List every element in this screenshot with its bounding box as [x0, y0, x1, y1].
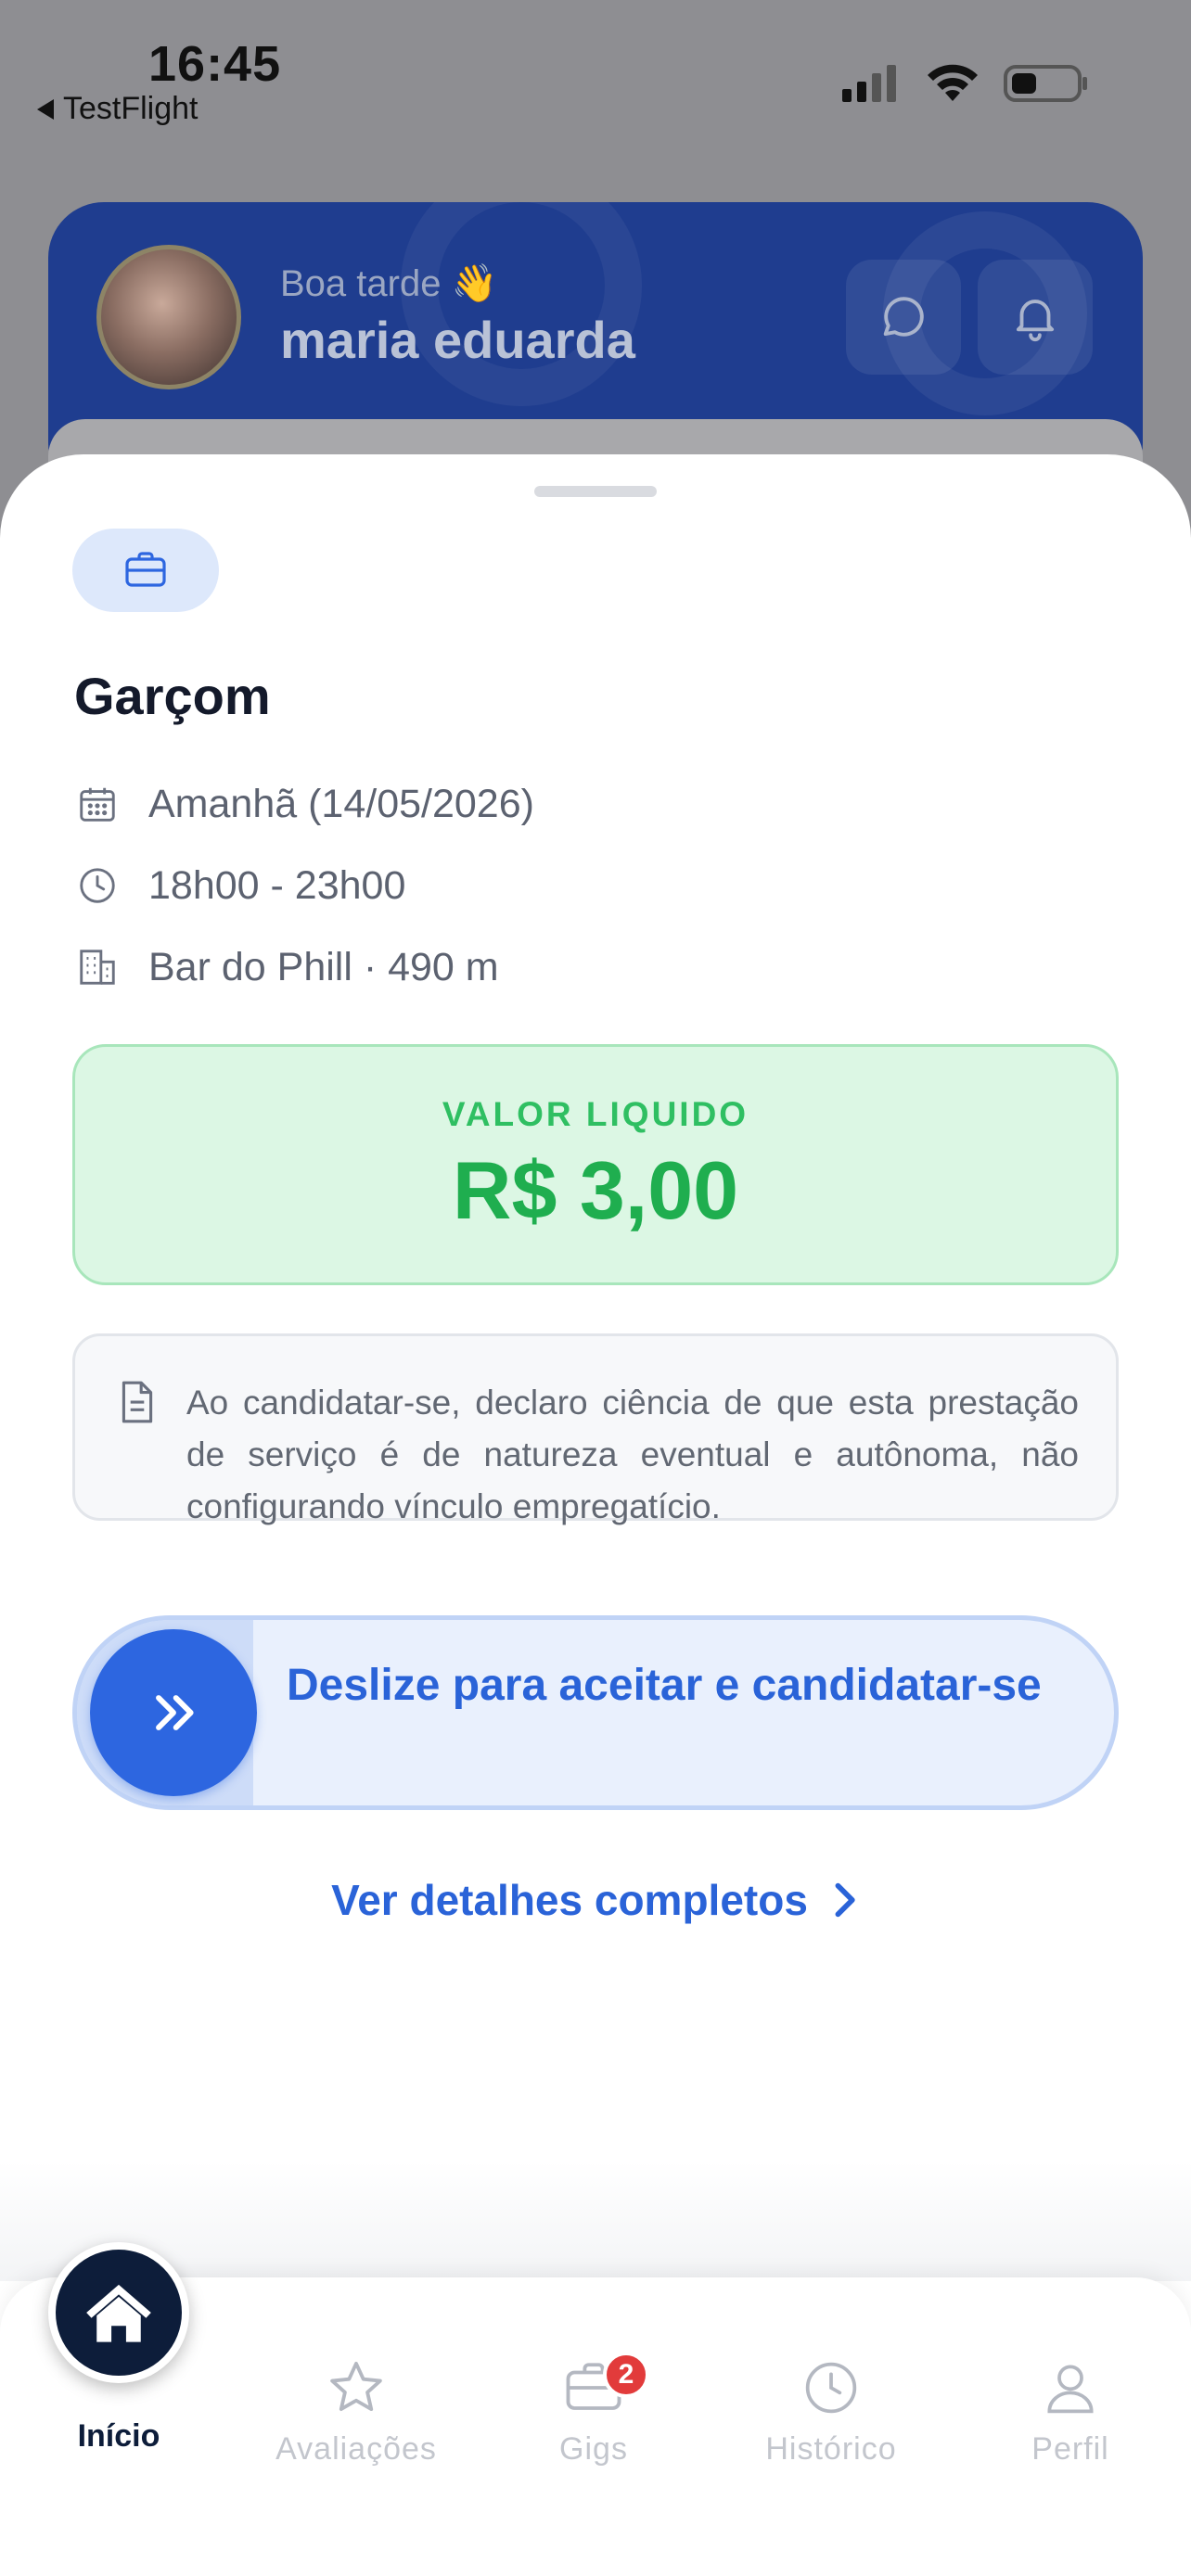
user-name: maria eduarda [280, 311, 635, 369]
swipe-to-apply-slider[interactable]: Deslize para aceitar e candidatar-se [72, 1615, 1119, 1810]
job-category-chip [72, 529, 219, 612]
sheet-drag-handle[interactable] [534, 486, 657, 497]
tab-profile-label: Perfil [1031, 2431, 1109, 2467]
tab-profile[interactable]: Perfil [968, 2355, 1172, 2468]
clock-icon [729, 2355, 933, 2420]
briefcase-icon [125, 552, 166, 587]
slider-label: Deslize para aceitar e candidatar-se [287, 1661, 1042, 1710]
net-value-amount: R$ 3,00 [452, 1144, 739, 1236]
tab-reviews-label: Avaliações [275, 2431, 437, 2467]
briefcase-icon: 2 [492, 2352, 696, 2420]
bell-icon [1016, 300, 1055, 342]
job-place-row: Bar do Phill · 490 m [74, 944, 499, 990]
slider-knob[interactable] [90, 1629, 257, 1796]
document-icon [122, 1381, 153, 1423]
job-date: Amanhã (14/05/2026) [148, 781, 534, 826]
job-date-row: Amanhã (14/05/2026) [74, 781, 534, 827]
tab-history-label: Histórico [765, 2431, 897, 2467]
tab-reviews[interactable]: Avaliações [254, 2355, 458, 2468]
home-icon [86, 2284, 151, 2342]
chat-bubble-icon [883, 297, 924, 337]
tab-home-label[interactable]: Início [17, 2418, 221, 2455]
avatar[interactable] [96, 245, 241, 389]
legal-notice-text: Ao candidatar-se, declaro ciência de que… [186, 1384, 1079, 1525]
building-icon [74, 944, 121, 990]
signal-icon [842, 65, 896, 102]
back-app-label: TestFlight [63, 91, 198, 126]
greeting-text: Boa tarde 👋 [280, 263, 498, 304]
tabbar-fade [0, 2161, 1191, 2281]
user-icon [968, 2355, 1172, 2420]
tab-gigs-label: Gigs [559, 2431, 628, 2467]
view-full-details-link[interactable]: Ver detalhes completos [0, 1875, 1191, 1925]
job-place: Bar do Phill · 490 m [148, 944, 499, 989]
chat-button[interactable] [846, 260, 961, 375]
clock-icon [74, 862, 121, 909]
back-to-app-link[interactable]: TestFlight [37, 91, 198, 127]
battery-icon [1004, 65, 1087, 102]
chevron-right-icon [835, 1882, 855, 1918]
calendar-icon [74, 781, 121, 827]
net-value-box: VALOR LIQUIDO R$ 3,00 [72, 1044, 1119, 1285]
status-time: 16:45 [148, 36, 282, 92]
star-icon [254, 2355, 458, 2420]
net-value-label: VALOR LIQUIDO [442, 1095, 749, 1133]
back-arrow-icon [37, 98, 54, 120]
legal-notice-box: Ao candidatar-se, declaro ciência de que… [72, 1333, 1119, 1525]
double-chevron-right-icon [156, 1695, 194, 1730]
details-link-label: Ver detalhes completos [331, 1876, 808, 1924]
status-indicators [842, 63, 1089, 104]
wifi-icon [928, 64, 978, 101]
tab-history[interactable]: Histórico [729, 2355, 933, 2468]
job-title: Garçom [74, 667, 271, 725]
notifications-button[interactable] [978, 260, 1093, 375]
gigs-badge: 2 [603, 2352, 649, 2398]
job-time-row: 18h00 - 23h00 [74, 862, 405, 909]
job-time: 18h00 - 23h00 [148, 862, 406, 908]
tab-gigs[interactable]: 2 Gigs [492, 2352, 696, 2468]
tab-home-button[interactable] [48, 2242, 189, 2383]
status-bar: 16:45 TestFlight [0, 0, 1191, 139]
